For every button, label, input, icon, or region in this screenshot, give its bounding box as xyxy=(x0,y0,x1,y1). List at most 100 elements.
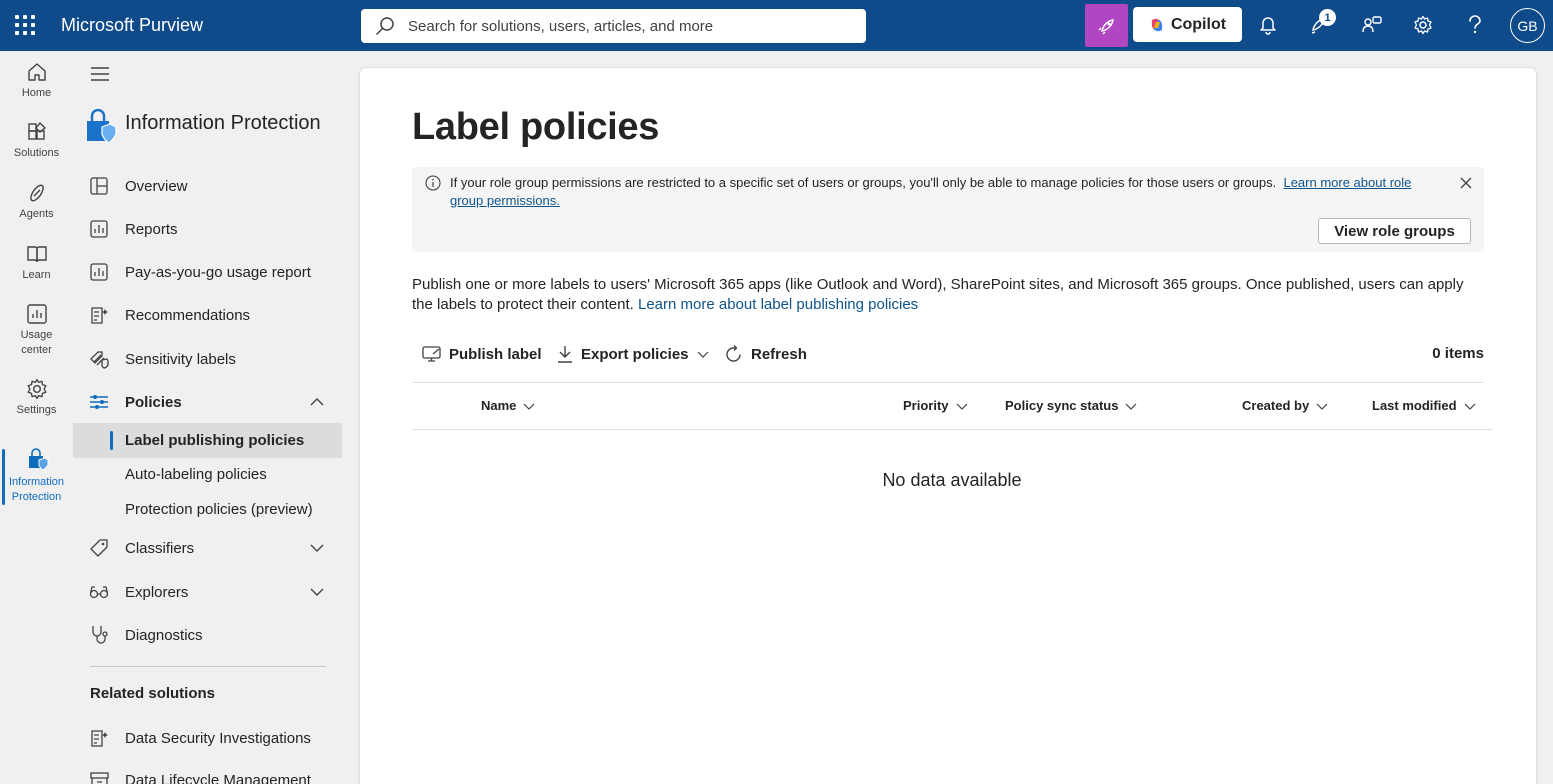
column-header-priority[interactable]: Priority xyxy=(903,398,968,413)
close-icon[interactable] xyxy=(1459,176,1473,190)
tag-icon xyxy=(90,539,108,557)
nav-item-label: Overview xyxy=(125,177,188,195)
rail-item-information-protection[interactable]: Information Protection xyxy=(0,448,73,505)
copilot-icon xyxy=(1151,18,1163,31)
usage-report-icon xyxy=(90,263,108,281)
page-title: Label policies xyxy=(412,106,660,148)
nav-item-data-lifecycle-management[interactable]: Data Lifecycle Management xyxy=(73,762,342,784)
items-count: 0 items xyxy=(1432,345,1484,362)
nav-item-recommendations[interactable]: Recommendations xyxy=(73,297,342,333)
command-bar: Publish label Export policies Refresh 0 … xyxy=(412,338,1484,374)
glasses-icon xyxy=(89,586,109,599)
column-header-created-by[interactable]: Created by xyxy=(1242,398,1328,413)
nav-sub-label-publishing-policies[interactable]: Label publishing policies xyxy=(73,423,342,458)
policies-icon xyxy=(90,395,108,409)
nav-item-sensitivity-labels[interactable]: Sensitivity labels xyxy=(73,341,342,377)
rail-label: Settings xyxy=(16,404,57,416)
search-box[interactable] xyxy=(361,9,866,43)
chevron-down-icon xyxy=(1126,403,1137,410)
rail-item-agents[interactable]: Agents xyxy=(0,182,73,222)
bell-icon xyxy=(1260,17,1276,35)
home-icon xyxy=(27,63,46,81)
nav-item-policies[interactable]: Policies xyxy=(73,384,342,420)
settings-button[interactable] xyxy=(1411,13,1435,37)
nav-item-reports[interactable]: Reports xyxy=(73,211,342,247)
gear-icon xyxy=(1414,15,1432,35)
nav-item-overview[interactable]: Overview xyxy=(73,168,342,204)
feedback-button[interactable] xyxy=(1360,13,1384,37)
archive-icon xyxy=(89,771,109,784)
rail-label: Information Protection xyxy=(8,476,65,503)
chevron-down-icon xyxy=(697,351,708,358)
rocket-icon xyxy=(1097,18,1114,35)
rail-item-usage-center[interactable]: Usage center xyxy=(0,303,73,358)
agents-icon xyxy=(29,184,44,202)
column-header-last-modified[interactable]: Last modified xyxy=(1372,398,1476,413)
search-icon xyxy=(376,17,394,35)
nav-item-diagnostics[interactable]: Diagnostics xyxy=(73,617,342,653)
info-message-bar: If your role group permissions are restr… xyxy=(412,167,1484,252)
column-header-name[interactable]: Name xyxy=(481,398,535,413)
view-role-groups-button[interactable]: View role groups xyxy=(1318,218,1471,244)
page-description: Publish one or more labels to users' Mic… xyxy=(412,275,1487,315)
column-header-label: Policy sync status xyxy=(1005,398,1119,413)
nav-sub-auto-labeling-policies[interactable]: Auto-labeling policies xyxy=(73,457,342,492)
chart-icon xyxy=(26,304,47,324)
help-icon xyxy=(1469,15,1481,34)
info-message-body: If your role group permissions are restr… xyxy=(450,175,1277,190)
nav-item-classifiers[interactable]: Classifiers xyxy=(73,530,342,566)
column-header-label: Last modified xyxy=(1372,398,1457,413)
refresh-button[interactable]: Refresh xyxy=(724,338,807,370)
nav-item-label: Diagnostics xyxy=(125,626,203,644)
empty-state-text: No data available xyxy=(882,470,1022,490)
chevron-down-icon xyxy=(310,588,324,596)
gear-icon xyxy=(27,378,46,400)
rail-item-learn[interactable]: Learn xyxy=(0,243,73,283)
info-protection-icon xyxy=(28,448,48,471)
publish-label-button[interactable]: Publish label xyxy=(422,338,542,370)
brand-title[interactable]: Microsoft Purview xyxy=(61,15,203,36)
info-icon xyxy=(425,175,441,191)
sensitivity-labels-icon xyxy=(90,351,109,369)
nav-item-label: Sensitivity labels xyxy=(125,350,236,368)
nav-item-pay-as-you-go[interactable]: Pay-as-you-go usage report xyxy=(73,254,342,290)
app-launcher-icon[interactable] xyxy=(14,14,36,36)
nav-sub-label: Protection policies (preview) xyxy=(125,501,313,518)
chevron-down-icon xyxy=(523,403,535,410)
notifications-button[interactable] xyxy=(1256,13,1280,37)
copilot-label: Copilot xyxy=(1170,15,1227,33)
recommendations-icon xyxy=(90,306,108,324)
nav-sub-protection-policies[interactable]: Protection policies (preview) xyxy=(73,492,342,527)
solutions-icon xyxy=(27,121,46,140)
chevron-down-icon xyxy=(956,403,967,410)
book-icon xyxy=(26,246,47,263)
nav-divider xyxy=(90,666,326,667)
export-policies-text: Export policies xyxy=(581,345,689,363)
help-button[interactable] xyxy=(1463,13,1487,37)
nav-item-explorers[interactable]: Explorers xyxy=(73,574,342,610)
nav-sub-label: Label publishing policies xyxy=(125,432,305,449)
nav-item-label: Recommendations xyxy=(125,306,251,324)
column-header-policy-sync-status[interactable]: Policy sync status xyxy=(1005,398,1137,413)
rail-item-home[interactable]: Home xyxy=(0,61,73,101)
chevron-down-icon xyxy=(1316,403,1328,410)
search-input[interactable] xyxy=(408,17,848,35)
rail-label: Solutions xyxy=(13,147,60,159)
avatar[interactable]: GB xyxy=(1510,8,1545,43)
nav-item-label: Data Security Investigations xyxy=(125,729,311,747)
copilot-button[interactable]: Copilot xyxy=(1133,7,1242,42)
description-text: Publish one or more labels to users' Mic… xyxy=(412,276,1464,313)
rail-item-settings[interactable]: Settings xyxy=(0,378,73,418)
nav-item-data-security-investigations[interactable]: Data Security Investigations xyxy=(73,720,342,756)
overview-icon xyxy=(90,177,108,195)
command-bar-divider xyxy=(412,382,1484,383)
nav-item-label: Classifiers xyxy=(125,539,195,557)
info-protection-logo-icon xyxy=(87,109,117,144)
rocket-button[interactable] xyxy=(1085,4,1128,47)
nav-title: Information Protection xyxy=(125,112,321,134)
rail-item-solutions[interactable]: Solutions xyxy=(0,121,73,161)
hamburger-icon[interactable] xyxy=(90,66,110,82)
main-content: Label policies If your role group permis… xyxy=(360,68,1536,784)
label-publishing-learn-more-link[interactable]: Learn more about label publishing polici… xyxy=(638,296,918,313)
export-policies-button[interactable]: Export policies xyxy=(557,338,709,370)
